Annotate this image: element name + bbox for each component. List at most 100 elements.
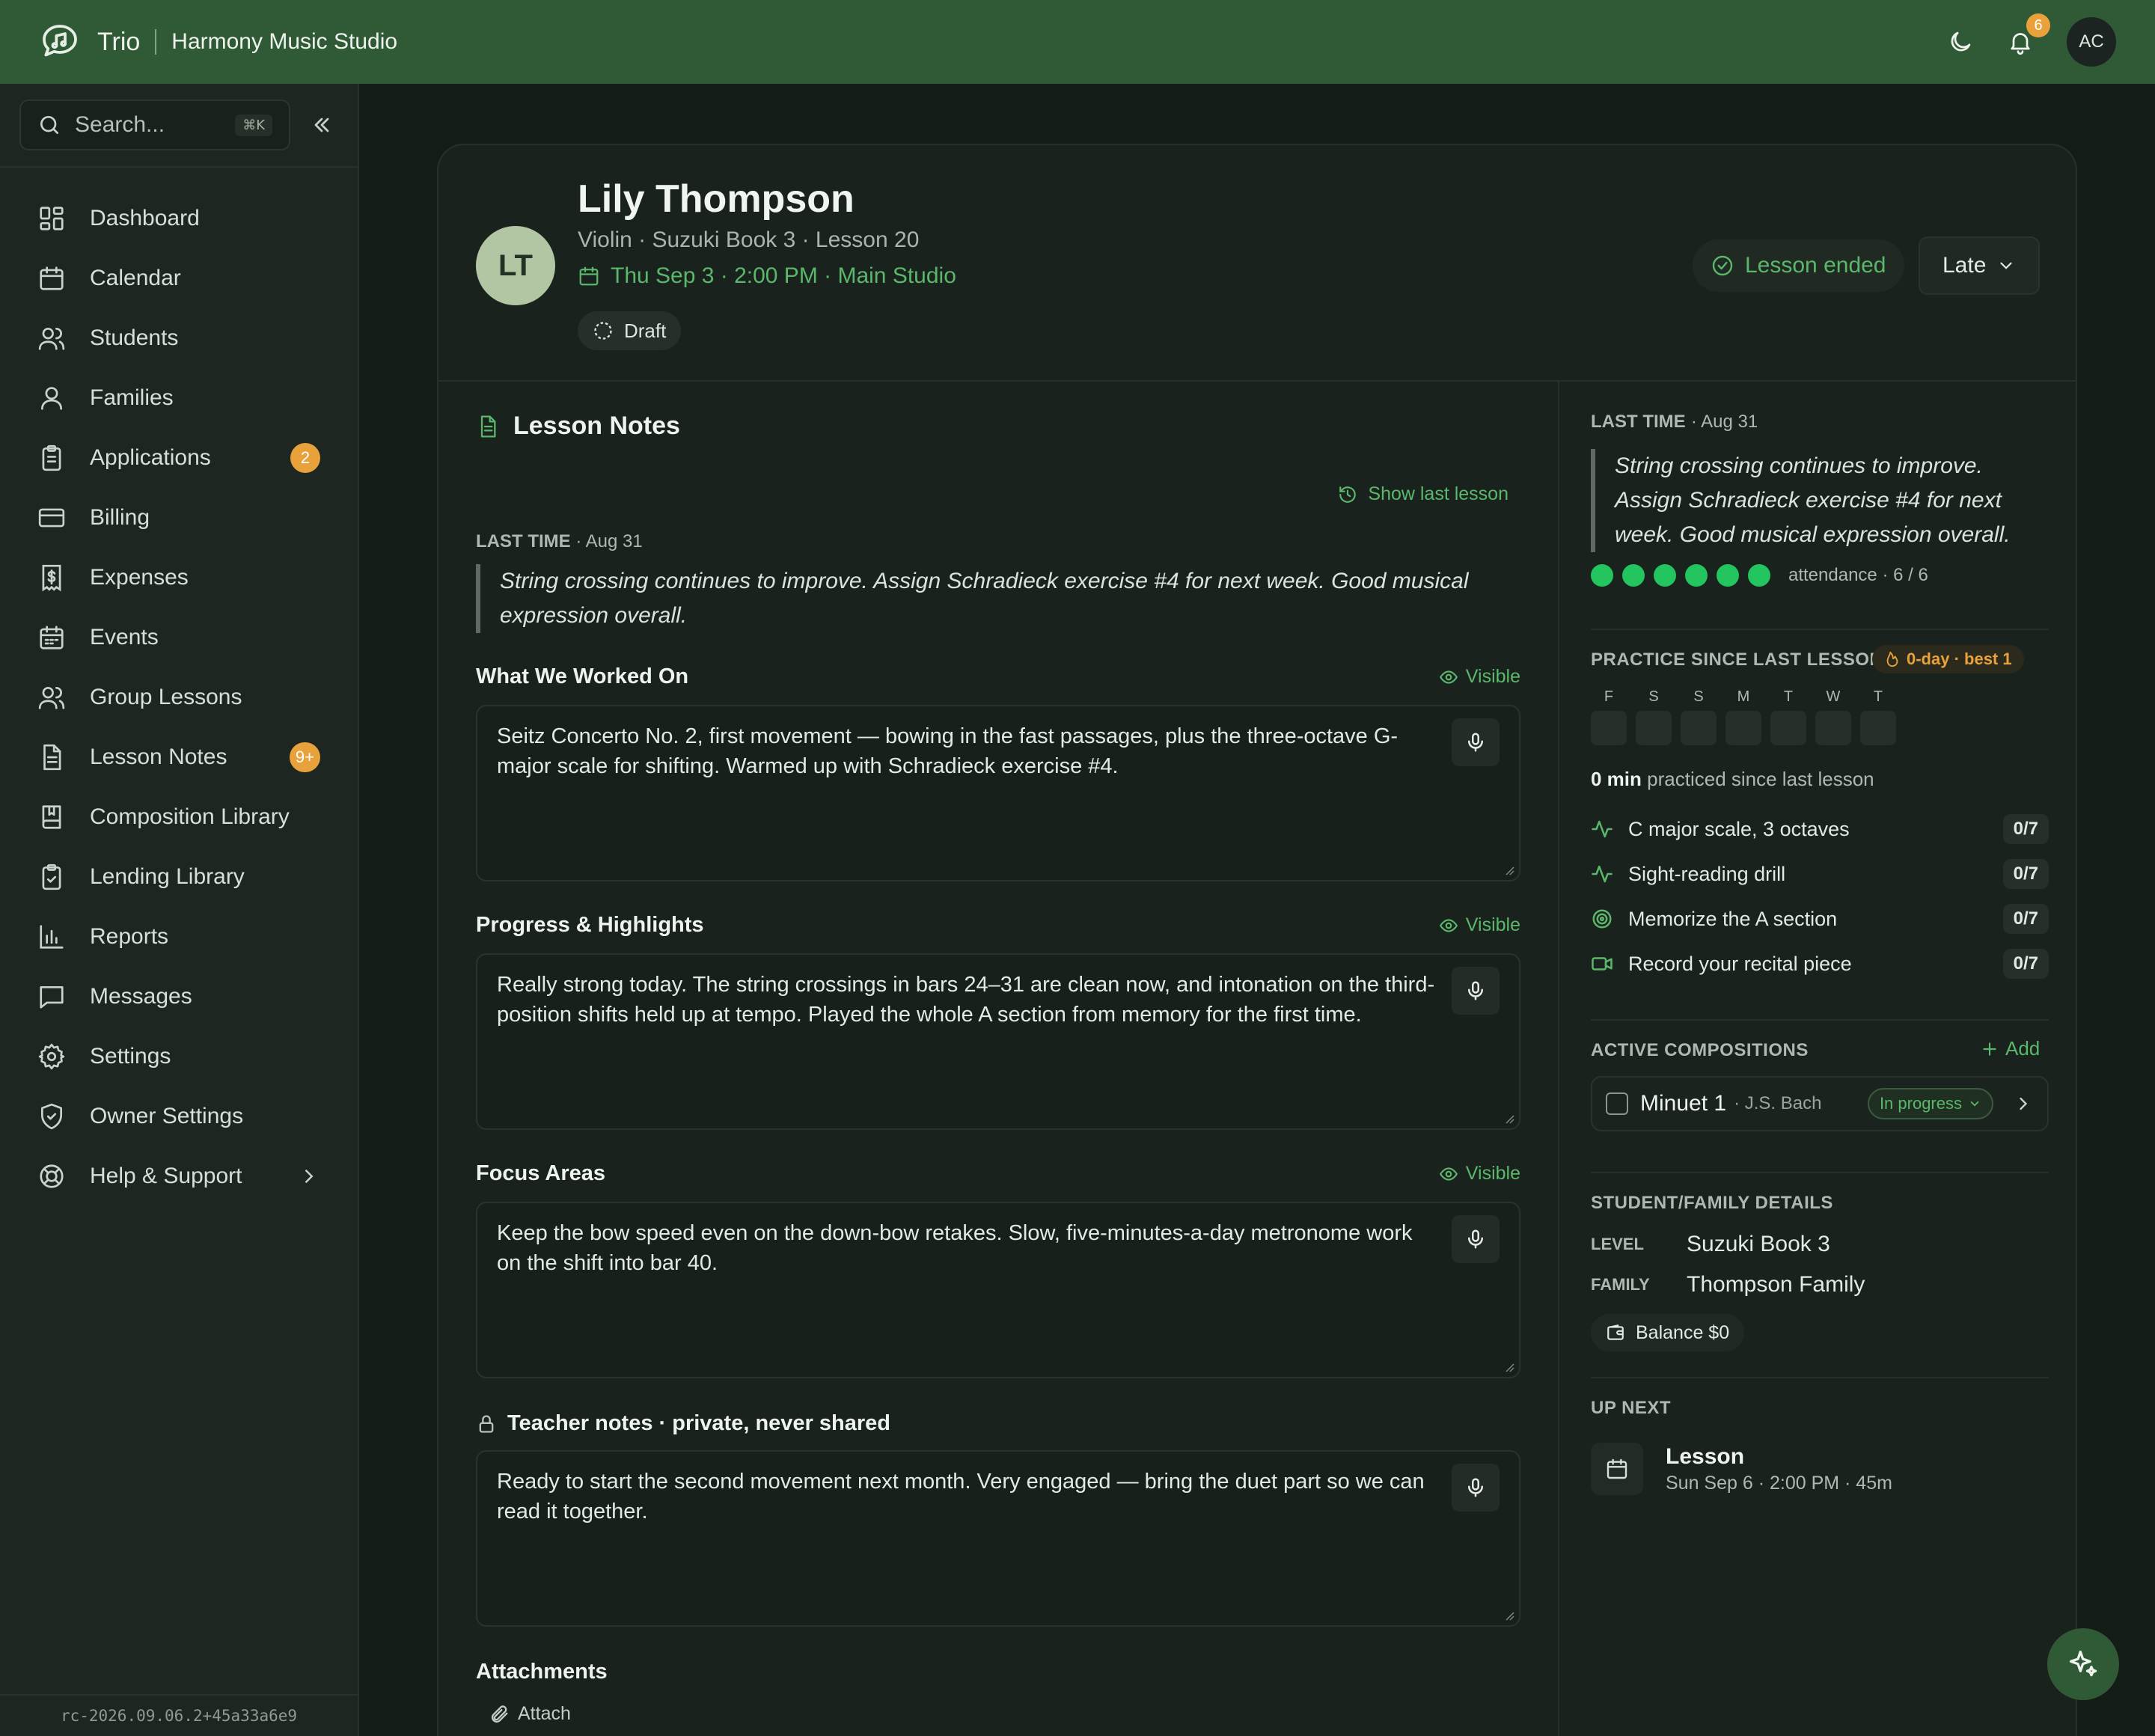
worked-on-textarea[interactable]: Seitz Concerto No. 2, first movement — b… bbox=[476, 705, 1520, 881]
visibility-toggle[interactable]: Visible bbox=[1439, 666, 1520, 688]
sidebar-item-billing[interactable]: Billing bbox=[0, 488, 358, 548]
worked-on-text: Seitz Concerto No. 2, first movement — b… bbox=[497, 724, 1399, 778]
sidebar-item-families[interactable]: Families bbox=[0, 368, 358, 428]
sidebar-item-calendar[interactable]: Calendar bbox=[0, 248, 358, 308]
family-value[interactable]: Thompson Family bbox=[1687, 1272, 1865, 1298]
brand-name[interactable]: Trio bbox=[97, 28, 140, 57]
practice-goal-row[interactable]: Memorize the A section 0/7 bbox=[1591, 896, 2049, 941]
sidebar-item-dashboard[interactable]: Dashboard bbox=[0, 189, 358, 248]
sidebar-item-group-lessons[interactable]: Group Lessons bbox=[0, 667, 358, 727]
sidebar-item-events[interactable]: Events bbox=[0, 608, 358, 667]
moon-icon[interactable] bbox=[1947, 28, 1974, 55]
collapse-sidebar-icon[interactable] bbox=[310, 113, 334, 137]
goal-count: 0/7 bbox=[2002, 859, 2049, 889]
resize-grip-icon[interactable] bbox=[1503, 1360, 1514, 1372]
attach-button[interactable]: Attach bbox=[489, 1703, 571, 1725]
up-next-lesson[interactable]: Lesson Sun Sep 6 · 2:00 PM · 45m bbox=[1591, 1443, 1892, 1495]
lesson-notes-badge: 9+ bbox=[289, 742, 320, 772]
attendance-select[interactable]: Late bbox=[1919, 236, 2041, 295]
focus-areas-textarea[interactable]: Keep the bow speed even on the down-bow … bbox=[476, 1202, 1520, 1378]
dictate-button[interactable] bbox=[1452, 1464, 1500, 1512]
microphone-icon bbox=[1464, 731, 1487, 754]
practice-day: S bbox=[1681, 688, 1717, 745]
day-box bbox=[1591, 711, 1627, 745]
user-icon bbox=[37, 384, 66, 412]
attach-label: Attach bbox=[518, 1703, 571, 1724]
attendance-value: Late bbox=[1942, 253, 1987, 278]
chevron-right-icon bbox=[298, 1165, 320, 1188]
credit-card-icon bbox=[37, 504, 66, 532]
practice-day: T bbox=[1770, 688, 1806, 745]
practice-goal-row[interactable]: Record your recital piece 0/7 bbox=[1591, 941, 2049, 986]
balance-badge[interactable]: Balance $0 bbox=[1591, 1314, 1745, 1351]
composition-row[interactable]: Minuet 1 · J.S. Bach In progress bbox=[1591, 1076, 2049, 1131]
sidebar-item-owner-settings[interactable]: Owner Settings bbox=[0, 1086, 358, 1146]
sidebar-item-reports[interactable]: Reports bbox=[0, 907, 358, 967]
applications-badge: 2 bbox=[290, 443, 320, 473]
sidebar-item-help-support[interactable]: Help & Support bbox=[0, 1146, 358, 1206]
sidebar-item-composition-library[interactable]: Composition Library bbox=[0, 787, 358, 847]
lifebuoy-icon bbox=[37, 1162, 66, 1191]
progress-textarea[interactable]: Really strong today. The string crossing… bbox=[476, 953, 1520, 1130]
microphone-icon bbox=[1464, 1476, 1487, 1499]
sidebar-item-applications[interactable]: Applications 2 bbox=[0, 428, 358, 488]
lesson-datetime[interactable]: Thu Sep 3 · 2:00 PM · Main Studio bbox=[578, 263, 956, 289]
calendar-icon bbox=[1605, 1457, 1629, 1481]
dictate-button[interactable] bbox=[1452, 967, 1500, 1015]
goal-label: C major scale, 3 octaves bbox=[1628, 817, 1850, 840]
practice-goal-row[interactable]: Sight-reading drill 0/7 bbox=[1591, 852, 2049, 896]
target-icon bbox=[1591, 908, 1613, 930]
sidebar-item-label: Events bbox=[90, 625, 159, 650]
resize-grip-icon[interactable] bbox=[1503, 1609, 1514, 1621]
dictate-button[interactable] bbox=[1452, 1215, 1500, 1263]
sparkles-icon bbox=[2067, 1648, 2100, 1681]
focus-areas-text: Keep the bow speed even on the down-bow … bbox=[497, 1221, 1413, 1275]
attendance-label: attendance · 6 / 6 bbox=[1788, 565, 1928, 585]
sidebar-item-lending-library[interactable]: Lending Library bbox=[0, 847, 358, 907]
day-letter: T bbox=[1783, 688, 1794, 705]
show-last-lesson-button[interactable]: Show last lesson bbox=[1338, 483, 1508, 505]
search-input[interactable]: Search... ⌘K bbox=[19, 100, 290, 150]
sidebar: Search... ⌘K Dashboard Calendar Students… bbox=[0, 84, 359, 1736]
sidebar-item-students[interactable]: Students bbox=[0, 308, 358, 368]
user-avatar[interactable]: AC bbox=[2067, 17, 2116, 67]
sidebar-item-expenses[interactable]: Expenses bbox=[0, 548, 358, 608]
resize-grip-icon[interactable] bbox=[1503, 1112, 1514, 1124]
goal-count: 0/7 bbox=[2002, 904, 2049, 934]
bell-icon[interactable]: 6 bbox=[2007, 13, 2050, 55]
last-time-date: · Aug 31 bbox=[575, 531, 643, 551]
day-letter: W bbox=[1826, 688, 1841, 705]
chevron-right-icon[interactable] bbox=[2013, 1093, 2034, 1114]
composition-status-select[interactable]: In progress bbox=[1867, 1088, 1993, 1119]
visibility-toggle[interactable]: Visible bbox=[1439, 914, 1520, 936]
sidebar-item-label: Dashboard bbox=[90, 206, 200, 230]
lesson-notes-title-text: Lesson Notes bbox=[513, 412, 680, 440]
chevron-down-icon bbox=[1996, 256, 2016, 275]
field-label: Focus Areas bbox=[476, 1161, 605, 1185]
chat-music-logo-icon[interactable] bbox=[39, 21, 81, 63]
sidebar-item-label: Help & Support bbox=[90, 1164, 242, 1188]
attendance-dot bbox=[1654, 564, 1676, 587]
studio-name[interactable]: Harmony Music Studio bbox=[171, 29, 397, 55]
sidebar-item-lesson-notes[interactable]: Lesson Notes 9+ bbox=[0, 727, 358, 787]
day-letter: T bbox=[1873, 688, 1883, 705]
chevron-down-icon bbox=[1968, 1097, 1981, 1110]
clipboard-icon bbox=[37, 444, 66, 472]
add-composition-button[interactable]: Add bbox=[1980, 1037, 2040, 1060]
sidebar-item-messages[interactable]: Messages bbox=[0, 967, 358, 1027]
practiced-text: practiced since last lesson bbox=[1647, 768, 1874, 790]
dictate-button[interactable] bbox=[1452, 718, 1500, 766]
book-icon bbox=[37, 803, 66, 831]
attendance-dot bbox=[1748, 564, 1770, 587]
composition-checkbox[interactable] bbox=[1606, 1092, 1628, 1115]
teacher-notes-caption: Teacher notes · private, never shared bbox=[507, 1411, 891, 1435]
sidebar-nav: Dashboard Calendar Students Families App… bbox=[0, 168, 358, 1206]
teacher-notes-label: Teacher notes · private, never shared bbox=[476, 1411, 890, 1436]
practice-goal-row[interactable]: C major scale, 3 octaves 0/7 bbox=[1591, 807, 2049, 852]
ai-assistant-button[interactable] bbox=[2047, 1628, 2119, 1700]
teacher-notes-textarea[interactable]: Ready to start the second movement next … bbox=[476, 1450, 1520, 1627]
visibility-toggle[interactable]: Visible bbox=[1439, 1163, 1520, 1185]
message-icon bbox=[37, 982, 66, 1011]
sidebar-item-settings[interactable]: Settings bbox=[0, 1027, 358, 1086]
resize-grip-icon[interactable] bbox=[1503, 864, 1514, 875]
